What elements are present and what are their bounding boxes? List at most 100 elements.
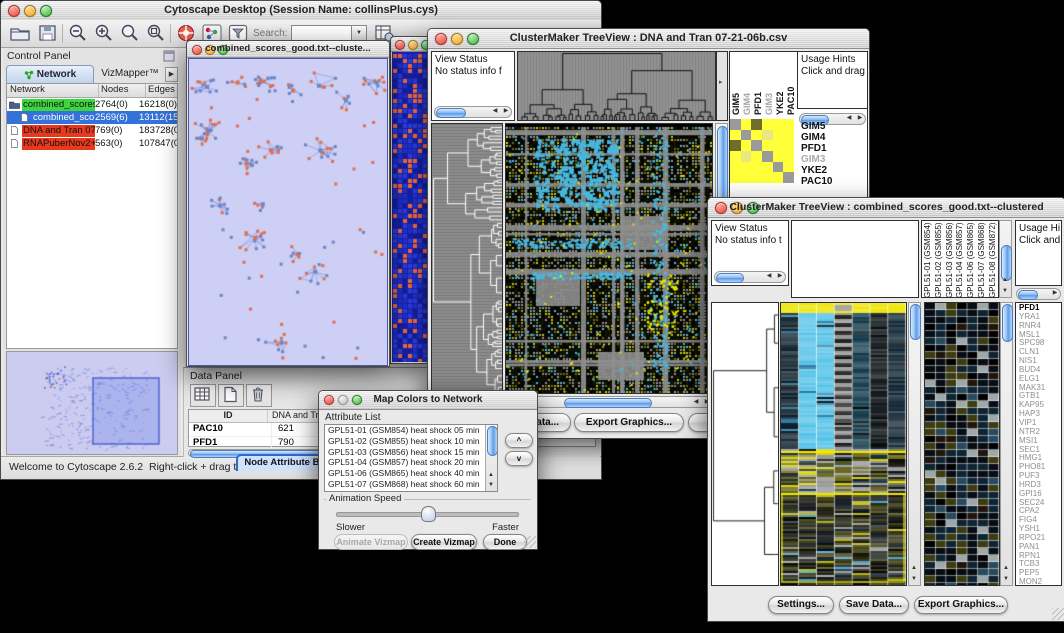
network-name-cell[interactable]: DNA and Tran 07 [7, 124, 95, 137]
tv1-column-label: GIM3 [764, 51, 774, 115]
animate-vizmap-button[interactable]: Animate Vizmap [334, 534, 408, 550]
tv1-summary-matrix[interactable] [730, 119, 794, 183]
matrix-cell [730, 140, 741, 151]
tv1-heatmap[interactable] [505, 123, 713, 394]
open-folder-icon[interactable] [9, 23, 31, 43]
tv1-column-dendrogram[interactable] [517, 51, 716, 121]
zoom-selected-icon[interactable] [145, 23, 167, 43]
move-up-button[interactable]: ^ [505, 433, 533, 448]
new-attribute-button[interactable] [218, 384, 244, 407]
tv2-export-graphics-button[interactable]: Export Graphics... [914, 596, 1008, 614]
attribute-list-item[interactable]: GPL51-01 (GSM854) heat shock 05 min [325, 425, 497, 436]
tv2-hints-scrollbar[interactable]: ▶ [1016, 288, 1061, 300]
tv1-gene-label[interactable]: PFD1 [797, 143, 867, 154]
tv1-export-graphics-button[interactable]: Export Graphics... [574, 413, 684, 432]
create-vizmap-button[interactable]: Create Vizmap [411, 534, 477, 550]
grid-window-title-bar[interactable] [391, 37, 429, 52]
attribute-table-icon [191, 385, 213, 404]
zoom-fit-icon[interactable] [119, 23, 141, 43]
matrix-cell [773, 140, 784, 151]
attribute-list-scrollbar[interactable]: ▲ ▼ [485, 425, 497, 491]
zoom-in-icon[interactable] [93, 23, 115, 43]
tv1-gene-label[interactable]: YKE2 [797, 165, 867, 176]
delete-attribute-button[interactable] [246, 384, 272, 407]
save-icon[interactable] [37, 23, 59, 43]
tv2-save-data-button[interactable]: Save Data... [839, 596, 909, 614]
col-header-edges[interactable]: Edges [146, 84, 177, 97]
col-header-nodes[interactable]: Nodes [99, 84, 146, 97]
matrix-cell [730, 162, 741, 173]
matrix-cell [783, 130, 794, 141]
tv1-usage-hints-text: Click and drag tc [798, 66, 867, 78]
attribute-list-item[interactable]: GPL51-04 (GSM857) heat shock 20 min [325, 457, 497, 468]
attribute-list-item[interactable]: GPL51-03 (GSM856) heat shock 15 min [325, 447, 497, 458]
tv1-gene-label[interactable]: GIM4 [797, 132, 867, 143]
zoom-out-icon[interactable] [67, 23, 89, 43]
attribute-list[interactable]: GPL51-01 (GSM854) heat shock 05 minGPL51… [324, 424, 498, 492]
network-tree-row[interactable]: combined_sco2569(6)13112(15) [7, 111, 177, 124]
tab-overflow-button[interactable]: ▶ [165, 67, 178, 82]
tv2-collabels-scrollbar[interactable]: ▲ ▼ [999, 220, 1012, 298]
network-name-cell[interactable]: RNAPuberNov2+! [7, 137, 95, 150]
attribute-list-item[interactable]: GPL51-02 (GSM855) heat shock 10 min [325, 436, 497, 447]
network-tree-row[interactable]: combined_scores2764(0)16218(0) [7, 98, 177, 111]
tv2-status-scrollbar[interactable]: ◀ ▶ [714, 271, 786, 283]
tv2-gene-label[interactable]: MON2 [1016, 578, 1045, 586]
tv1-gene-label[interactable]: GIM3 [797, 154, 867, 165]
attribute-list-item[interactable]: GPL51-06 (GSM865) heat shock 40 min [325, 468, 497, 479]
dialog-title-bar[interactable]: Map Colors to Network [319, 391, 537, 410]
resize-grip[interactable] [524, 536, 536, 548]
window-controls[interactable] [395, 40, 431, 50]
tv2-summary-heatmap[interactable] [924, 302, 1000, 586]
matrix-cell [762, 151, 773, 162]
tv1-view-status-title: View Status [432, 52, 514, 66]
tv2-row-dendrogram[interactable] [711, 302, 779, 586]
animation-speed-group: Animation Speed Slower Faster [324, 499, 531, 534]
tv1-column-label: PFD1 [753, 51, 763, 115]
network-window-title-bar[interactable]: combined_scores_good.txt--cluste... [187, 41, 389, 58]
tv2-settings-button[interactable]: Settings... [768, 596, 834, 614]
tv1-status-scrollbar[interactable]: ◀ ▶ [434, 106, 512, 118]
network-tree-header: Network Nodes Edges [7, 84, 177, 98]
tv2-genes-vscrollbar[interactable]: ▲ ▼ [1000, 302, 1013, 586]
col-header-network[interactable]: Network [7, 84, 99, 97]
birdseye-view[interactable] [6, 351, 178, 455]
matrix-cell [773, 130, 784, 141]
grid-network-canvas[interactable] [392, 52, 428, 362]
tv1-splitter[interactable]: ▸ [716, 51, 728, 121]
network-canvas[interactable] [188, 58, 388, 366]
resize-grip[interactable] [1052, 608, 1064, 620]
minimize-icon[interactable] [408, 40, 418, 50]
network-tree-row[interactable]: RNAPuberNov2+!563(0)107847(0) [7, 137, 177, 150]
close-icon[interactable] [395, 40, 405, 50]
tab-network-label: Network [37, 69, 76, 80]
treeview2-title-bar[interactable]: ClusterMaker TreeView : combined_scores_… [708, 198, 1064, 218]
network-view-window: combined_scores_good.txt--cluste... [186, 40, 390, 367]
tv2-column-dendrogram[interactable] [791, 220, 919, 298]
move-down-button[interactable]: v [505, 451, 533, 466]
tv1-row-dendrogram[interactable] [431, 123, 503, 399]
tv1-gene-label[interactable]: PAC10 [797, 176, 867, 187]
main-title-bar[interactable]: Cytoscape Desktop (Session Name: collins… [1, 1, 601, 21]
float-panel-icon[interactable] [163, 50, 175, 62]
network-name-cell[interactable]: combined_sco [7, 111, 95, 124]
tv2-view-status-title: View Status [712, 221, 788, 235]
tv2-heatmap[interactable] [780, 302, 907, 586]
dialog-title: Map Colors to Network [319, 394, 537, 405]
attribute-list-item[interactable]: GPL51-07 (GSM868) heat shock 60 min [325, 479, 497, 490]
row-id: PAC10 [189, 423, 272, 436]
tab-vizmapper[interactable]: VizMapper™ [93, 65, 167, 82]
col-header-id[interactable]: ID [189, 410, 268, 422]
attribute-table-button[interactable] [190, 384, 216, 407]
network-name-cell[interactable]: combined_scores [7, 98, 95, 111]
treeview1-title-bar[interactable]: ClusterMaker TreeView : DNA and Tran 07-… [428, 29, 869, 49]
speed-slider-thumb[interactable] [421, 506, 436, 522]
done-button[interactable]: Done [483, 534, 527, 550]
network-tree-row[interactable]: DNA and Tran 07769(0)183728(0) [7, 124, 177, 137]
tv1-view-status-panel: View Status No status info f ◀ ▶ [431, 51, 515, 121]
tv1-gene-label[interactable]: GIM5 [797, 121, 867, 132]
tab-network[interactable]: Network [6, 65, 94, 84]
tv2-heatmap-vscrollbar[interactable]: ▲ ▼ [908, 302, 921, 586]
matrix-cell [762, 172, 773, 183]
tv2-view-status-panel: View Status No status info t ◀ ▶ [711, 220, 789, 286]
